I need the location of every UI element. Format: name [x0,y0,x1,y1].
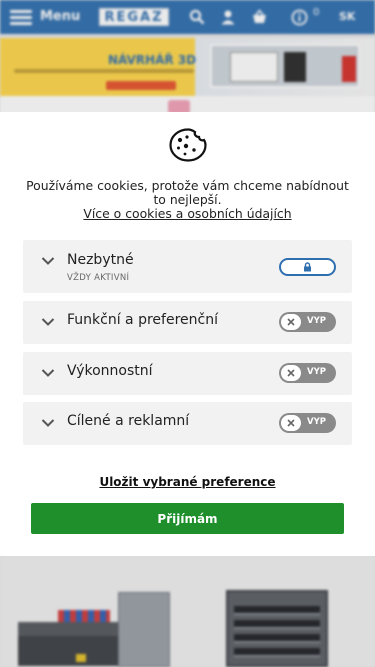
pref-title: Funkční a preferenční [67,312,218,328]
save-preferences-link[interactable]: Uložit vybrané preference [20,475,355,489]
cookie-intro-text: Používáme cookies, protože vám chceme na… [26,178,349,207]
pref-always-active-label: VŽDY AKTIVNÍ [67,273,130,283]
always-on-toggle [279,258,336,276]
functional-toggle[interactable]: VYP [279,312,336,332]
chevron-down-icon[interactable] [41,256,55,266]
lock-icon [304,262,311,272]
cookie-info-link[interactable]: Více o cookies a osobních údajích [83,206,291,221]
targeting-toggle[interactable]: VYP [279,413,336,433]
performance-toggle[interactable]: VYP [279,363,336,383]
pref-title: Výkonnostní [67,363,153,379]
toggle-off-label: VYP [307,367,326,377]
close-icon [287,369,295,377]
cookie-icon [169,128,207,162]
chevron-down-icon[interactable] [41,368,55,378]
pref-title: Cílené a reklamní [67,413,190,429]
pref-targeting[interactable]: Cílené a reklamní VYP [23,402,352,445]
chevron-down-icon[interactable] [41,418,55,428]
pref-necessary[interactable]: Nezbytné VŽDY AKTIVNÍ [23,240,352,293]
toggle-off-label: VYP [307,417,326,427]
close-icon [287,318,295,326]
cookie-consent-modal: Používáme cookies, protože vám chceme na… [0,112,375,556]
close-icon [287,419,295,427]
toggle-off-label: VYP [307,316,326,326]
pref-title: Nezbytné [67,252,134,268]
chevron-down-icon[interactable] [41,317,55,327]
accept-button[interactable]: Přijímám [31,503,344,534]
pref-performance[interactable]: Výkonnostní VYP [23,352,352,395]
pref-functional[interactable]: Funkční a preferenční VYP [23,301,352,344]
